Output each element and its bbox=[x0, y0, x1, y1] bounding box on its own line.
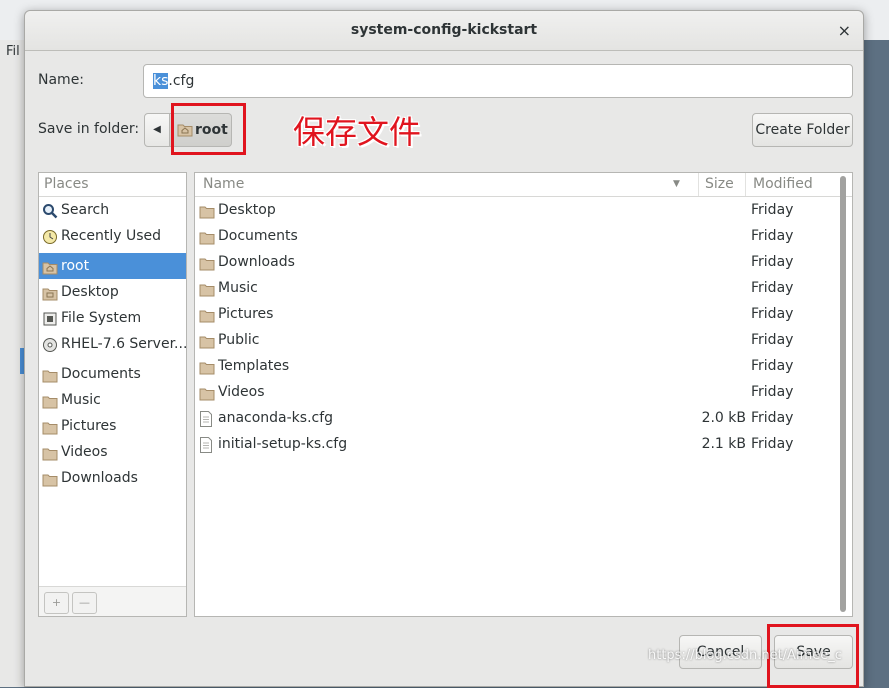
search-icon bbox=[42, 202, 58, 223]
file-size: 2.1 kB bbox=[701, 436, 746, 452]
close-icon[interactable]: × bbox=[838, 21, 851, 40]
column-header-name[interactable]: Name bbox=[203, 173, 693, 196]
place-label: Recently Used bbox=[61, 228, 162, 244]
disc-icon bbox=[42, 336, 58, 357]
minus-icon: — bbox=[79, 596, 90, 609]
file-row-pictures[interactable]: Pictures Friday bbox=[195, 301, 852, 327]
file-list-header: Name ▼ Size Modified bbox=[195, 173, 852, 197]
file-row-music[interactable]: Music Friday bbox=[195, 275, 852, 301]
folder-icon bbox=[42, 418, 58, 439]
file-modified: Friday bbox=[751, 228, 794, 244]
place-label: Desktop bbox=[61, 284, 119, 300]
place-item-documents[interactable]: Documents bbox=[39, 361, 186, 387]
file-row-public[interactable]: Public Friday bbox=[195, 327, 852, 353]
text-file-icon bbox=[199, 436, 213, 462]
watermark: https://blog.csdn.net/Aimee_c bbox=[648, 648, 842, 663]
column-header-size[interactable]: Size bbox=[698, 173, 742, 196]
remove-bookmark-button[interactable]: — bbox=[72, 592, 97, 614]
file-row-documents[interactable]: Documents Friday bbox=[195, 223, 852, 249]
file-row-videos[interactable]: Videos Friday bbox=[195, 379, 852, 405]
place-item-desktop[interactable]: Desktop bbox=[39, 279, 186, 305]
file-name: anaconda-ks.cfg bbox=[218, 410, 334, 426]
file-name: Public bbox=[218, 332, 260, 348]
background-menu[interactable]: Fil bbox=[6, 44, 20, 59]
file-modified: Friday bbox=[751, 332, 794, 348]
file-modified: Friday bbox=[751, 358, 794, 374]
file-row-anaconda-ks[interactable]: anaconda-ks.cfg 2.0 kB Friday bbox=[195, 405, 852, 431]
add-bookmark-button[interactable]: + bbox=[44, 592, 69, 614]
save-dialog: system-config-kickstart × Name: ks.cfg S… bbox=[24, 10, 864, 688]
file-name: Videos bbox=[218, 384, 265, 400]
file-name: Templates bbox=[218, 358, 290, 374]
sort-descending-icon: ▼ bbox=[673, 179, 680, 189]
places-toolbar: + — bbox=[39, 586, 186, 616]
place-label: Pictures bbox=[61, 418, 117, 434]
file-row-initial-setup-ks[interactable]: initial-setup-ks.cfg 2.1 kB Friday bbox=[195, 431, 852, 457]
places-header: Places bbox=[39, 173, 186, 197]
file-modified: Friday bbox=[751, 306, 794, 322]
place-label: Documents bbox=[61, 366, 141, 382]
annotation-text: 保存文件 bbox=[293, 113, 422, 151]
folder-icon bbox=[42, 470, 58, 491]
place-item-root[interactable]: root bbox=[39, 253, 186, 279]
column-header-modified[interactable]: Modified bbox=[745, 173, 845, 196]
save-in-folder-label: Save in folder: bbox=[38, 121, 140, 137]
chevron-left-icon: ◀ bbox=[153, 124, 161, 135]
folder-icon bbox=[42, 284, 58, 305]
file-name: Documents bbox=[218, 228, 298, 244]
place-item-file-system[interactable]: File System bbox=[39, 305, 186, 331]
place-label: root bbox=[61, 258, 90, 274]
file-size: 2.0 kB bbox=[701, 410, 746, 426]
filename-selected-text: ks bbox=[153, 73, 169, 89]
file-list: Name ▼ Size Modified Desktop Friday Docu… bbox=[194, 172, 853, 617]
filename-input[interactable]: ks.cfg bbox=[143, 64, 853, 98]
home-folder-icon bbox=[177, 117, 193, 149]
file-row-desktop[interactable]: Desktop Friday bbox=[195, 197, 852, 223]
place-label: File System bbox=[61, 310, 142, 326]
folder-icon bbox=[42, 366, 58, 387]
place-label: Search bbox=[61, 202, 110, 218]
path-button-root[interactable]: root bbox=[170, 113, 232, 147]
path-back-button[interactable]: ◀ bbox=[144, 113, 170, 147]
places-sidebar: Places Search Recently Used root Desktop bbox=[38, 172, 187, 617]
file-modified: Friday bbox=[751, 254, 794, 270]
place-label: Music bbox=[61, 392, 101, 408]
plus-icon: + bbox=[51, 596, 62, 609]
place-item-videos[interactable]: Videos bbox=[39, 439, 186, 465]
recent-icon bbox=[42, 228, 58, 249]
place-item-recently-used[interactable]: Recently Used bbox=[39, 223, 186, 249]
path-button-label: root bbox=[195, 122, 228, 138]
place-item-rhel-disc[interactable]: RHEL-7.6 Server... bbox=[39, 331, 186, 357]
file-modified: Friday bbox=[751, 202, 794, 218]
file-modified: Friday bbox=[751, 280, 794, 296]
window-title: system-config-kickstart bbox=[350, 22, 538, 38]
file-name: Desktop bbox=[218, 202, 276, 218]
place-label: RHEL-7.6 Server... bbox=[61, 336, 186, 352]
titlebar: system-config-kickstart × bbox=[25, 11, 863, 51]
file-row-downloads[interactable]: Downloads Friday bbox=[195, 249, 852, 275]
file-name: Pictures bbox=[218, 306, 274, 322]
drive-icon bbox=[42, 310, 58, 331]
place-item-music[interactable]: Music bbox=[39, 387, 186, 413]
place-label: Downloads bbox=[61, 470, 138, 486]
name-label: Name: bbox=[38, 72, 85, 88]
place-item-pictures[interactable]: Pictures bbox=[39, 413, 186, 439]
file-modified: Friday bbox=[751, 436, 794, 452]
file-modified: Friday bbox=[751, 384, 794, 400]
folder-icon bbox=[42, 392, 58, 413]
folder-icon bbox=[42, 444, 58, 465]
filename-rest-text: .cfg bbox=[168, 73, 195, 89]
create-folder-button[interactable]: Create Folder bbox=[752, 113, 853, 147]
file-list-scrollbar[interactable] bbox=[840, 176, 846, 612]
file-row-templates[interactable]: Templates Friday bbox=[195, 353, 852, 379]
home-folder-icon bbox=[42, 258, 58, 279]
file-name: Downloads bbox=[218, 254, 295, 270]
place-item-downloads[interactable]: Downloads bbox=[39, 465, 186, 491]
place-label: Videos bbox=[61, 444, 108, 460]
file-modified: Friday bbox=[751, 410, 794, 426]
file-name: initial-setup-ks.cfg bbox=[218, 436, 348, 452]
place-item-search[interactable]: Search bbox=[39, 197, 186, 223]
file-name: Music bbox=[218, 280, 258, 296]
